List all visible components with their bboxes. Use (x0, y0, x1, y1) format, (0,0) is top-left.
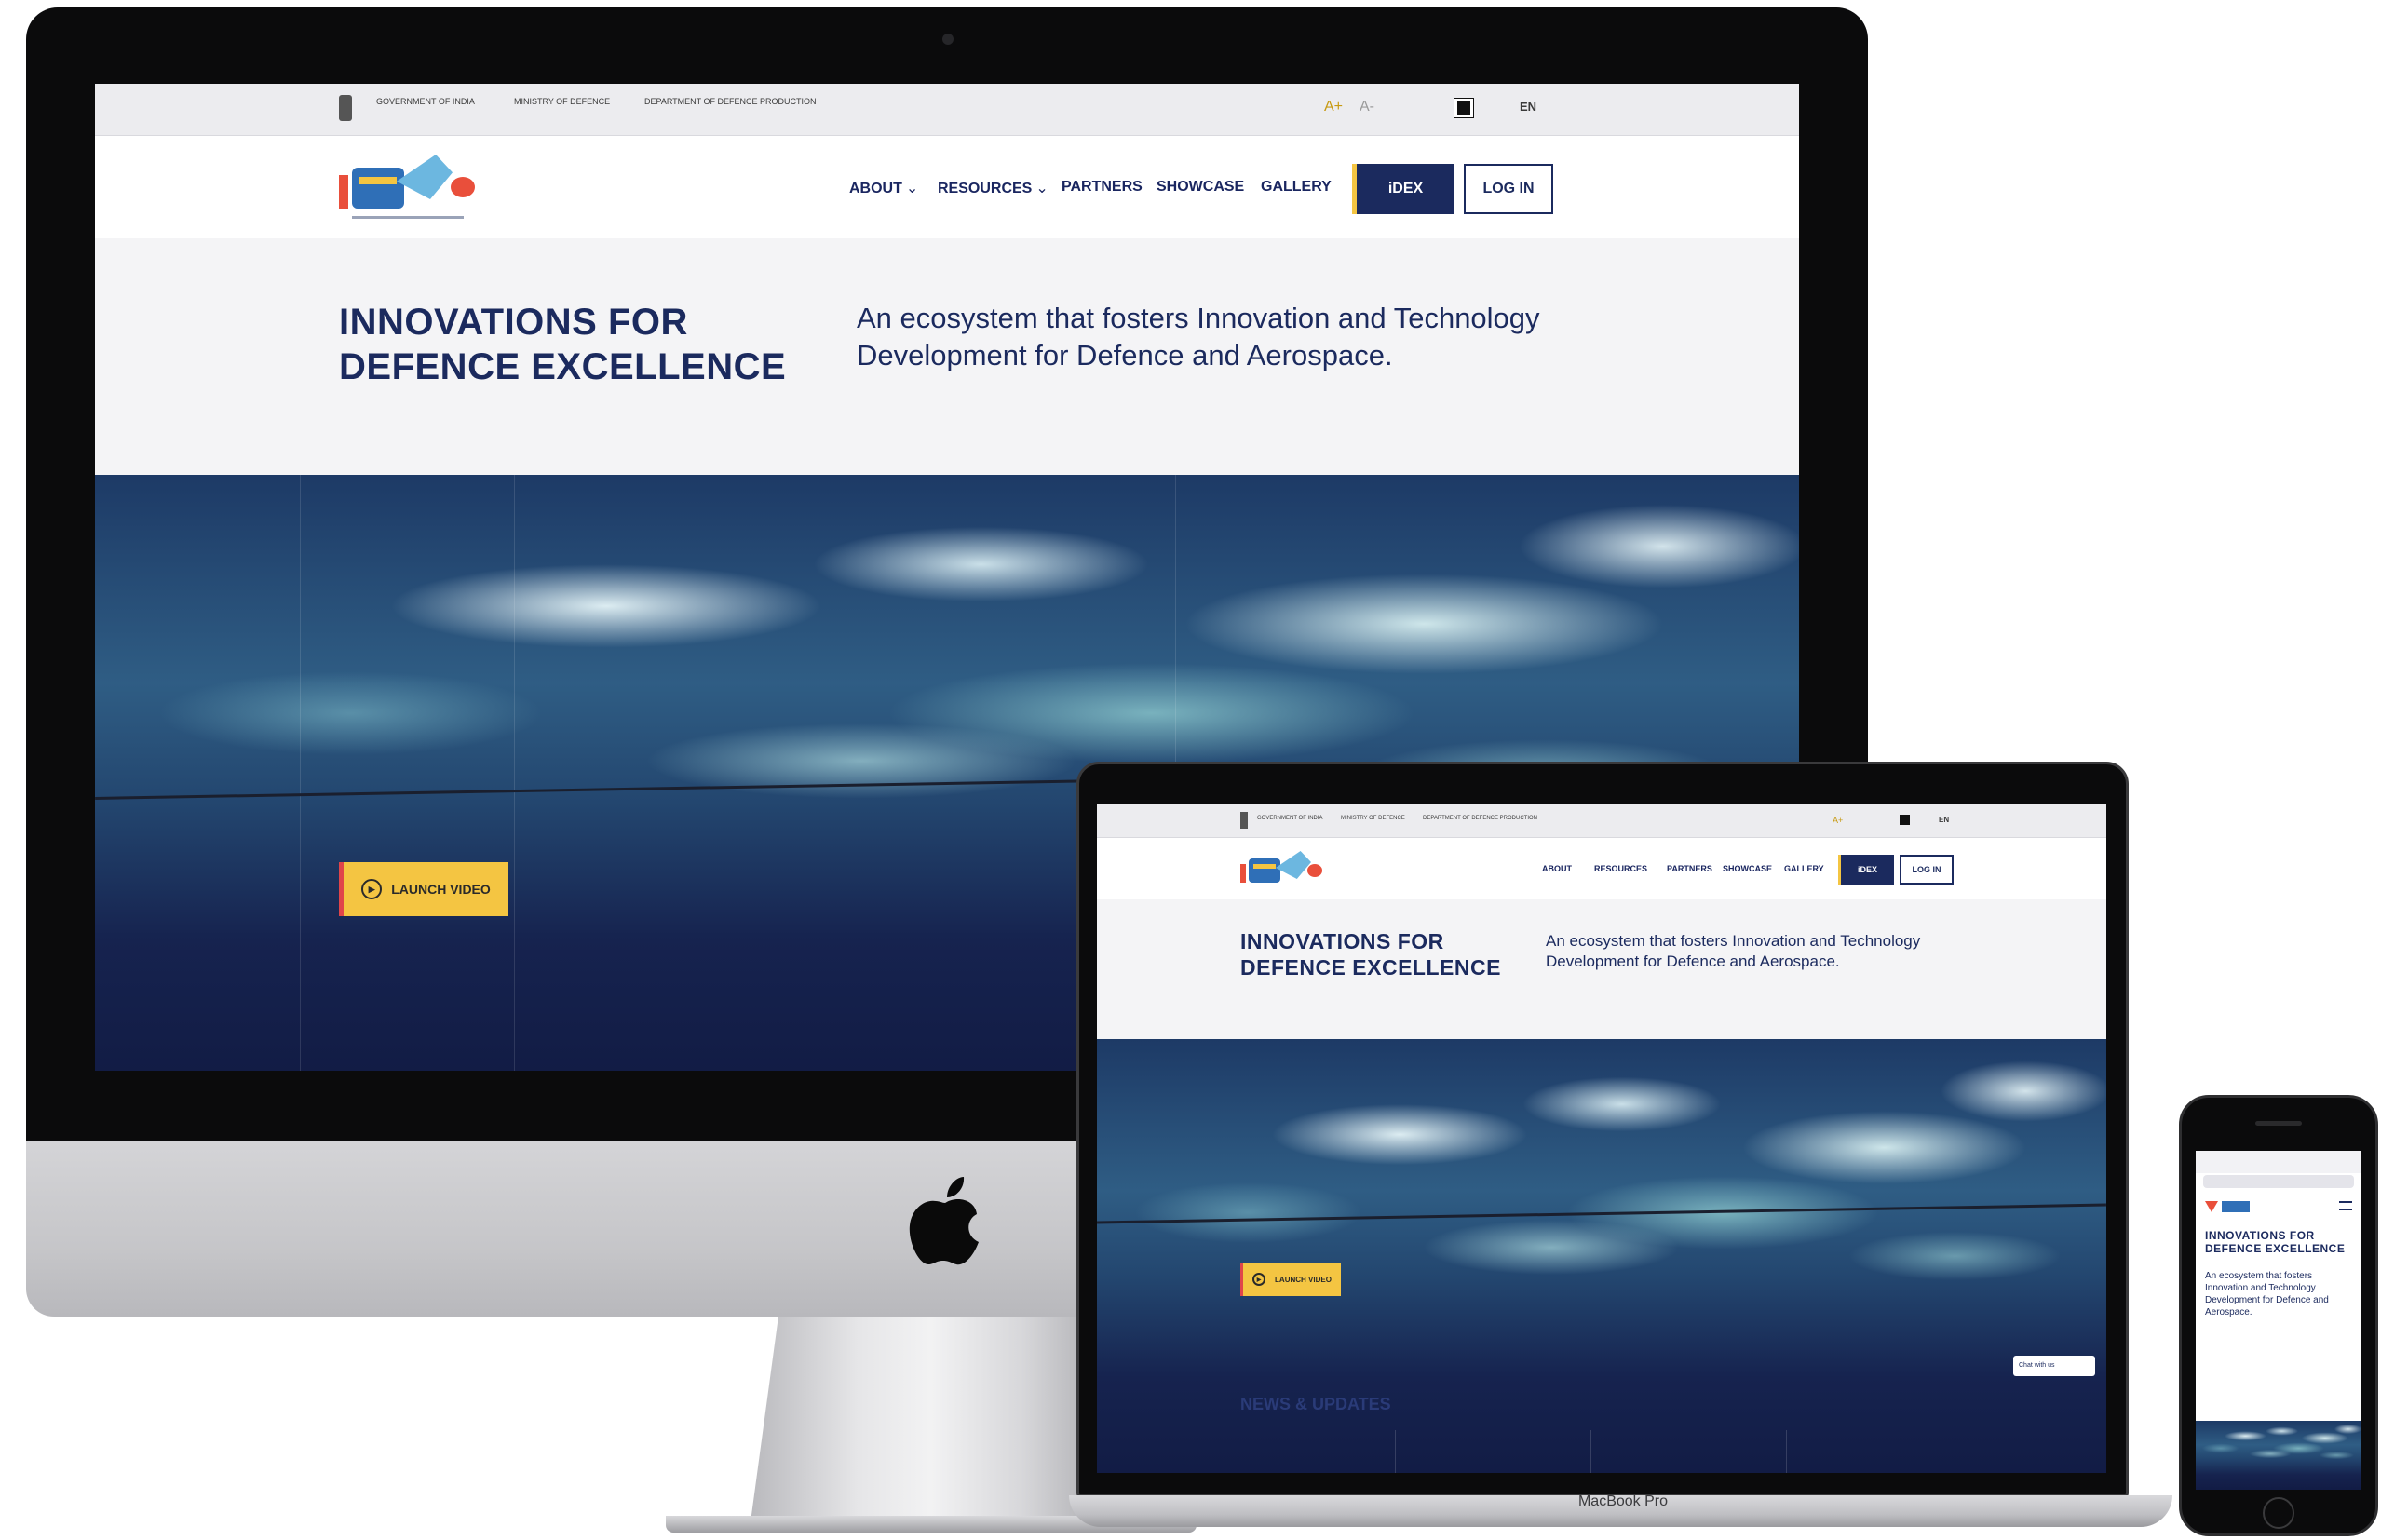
iphone-device: INNOVATIONS FOR DEFENCE EXCELLENCE An ec… (2179, 1095, 2378, 1540)
chevron-down-icon: ⌄ (905, 181, 919, 196)
language-select[interactable]: EN (1520, 100, 1536, 115)
nav-partners[interactable]: PARTNERS (1062, 179, 1143, 196)
gov-bar: GOVERNMENT OF INDIA MINISTRY OF DEFENCE … (95, 84, 1799, 136)
emblem-icon (339, 95, 352, 121)
news-card-divider (1590, 1430, 1591, 1473)
nav-resources[interactable]: RESOURCES ⌄ (938, 179, 1048, 197)
login-button[interactable]: LOG IN (1464, 164, 1553, 214)
nav-about[interactable]: ABOUT (1542, 864, 1572, 873)
idex-logo[interactable] (2205, 1196, 2252, 1216)
macbook-screen: GOVERNMENT OF INDIA MINISTRY OF DEFENCE … (1097, 804, 2106, 1473)
language-select[interactable]: EN (1939, 816, 1949, 824)
main-nav: ABOUT ⌄ RESOURCES ⌄ PARTNERS SHOWCASE GALL… (95, 136, 1799, 238)
barbed-wire (1097, 1203, 2106, 1224)
nav-about[interactable]: ABOUT ⌄ (849, 179, 918, 197)
text-increase-button[interactable]: A+ (1833, 816, 1843, 825)
gov-org-1: GOVERNMENT OF INDIA (1257, 816, 1323, 821)
contrast-icon[interactable] (1900, 815, 1910, 825)
nav-gallery[interactable]: GALLERY (1784, 864, 1824, 873)
hero-title: INNOVATIONS FOR DEFENCE EXCELLENCE (339, 302, 787, 387)
emblem-icon (1240, 812, 1248, 829)
macbook-label: MacBook Pro (1577, 1493, 1669, 1509)
nav-resources[interactable]: RESOURCES (1594, 864, 1647, 873)
chat-widget[interactable]: Chat with us (2013, 1356, 2095, 1376)
idex-button[interactable]: iDEX (1838, 855, 1894, 885)
home-button[interactable] (2263, 1497, 2294, 1529)
imac-camera (942, 34, 954, 45)
hero-subtitle: An ecosystem that fosters Innovation and… (857, 302, 1540, 372)
login-button[interactable]: LOG IN (1900, 855, 1954, 885)
nav-partners[interactable]: PARTNERS (1667, 864, 1712, 873)
hero-subtitle: An ecosystem that fosters Innovation and… (2205, 1271, 2329, 1317)
hero-subtitle: An ecosystem that fosters Innovation and… (1546, 932, 1921, 971)
menu-icon[interactable] (2339, 1201, 2352, 1210)
text-decrease-button[interactable]: A- (1360, 99, 1374, 115)
hero-banner-image (2196, 1421, 2361, 1490)
idex-button[interactable]: iDEX (1352, 164, 1454, 214)
macbook-device: GOVERNMENT OF INDIA MINISTRY OF DEFENCE … (1069, 762, 2172, 1540)
hero-banner-image: ▶ LAUNCH VIDEO Chat with us NEWS & UPDAT… (1097, 1039, 2106, 1473)
gov-org-2: MINISTRY OF DEFENCE (1341, 816, 1405, 821)
main-nav: ABOUT RESOURCES PARTNERS SHOWCASE GALLER… (1097, 838, 2106, 899)
news-card-divider (1395, 1430, 1396, 1473)
chevron-down-icon: ⌄ (1035, 181, 1048, 196)
iphone-screen: INNOVATIONS FOR DEFENCE EXCELLENCE An ec… (2196, 1151, 2361, 1490)
contrast-icon[interactable] (1454, 98, 1474, 118)
gov-org-3: DEPARTMENT OF DEFENCE PRODUCTION (644, 97, 817, 106)
gov-bar: GOVERNMENT OF INDIA MINISTRY OF DEFENCE … (1097, 804, 2106, 838)
news-heading: NEWS & UPDATES (1240, 1395, 1391, 1413)
hero-title: INNOVATIONS FOR DEFENCE EXCELLENCE (2205, 1229, 2346, 1256)
idex-logo[interactable] (1240, 847, 1324, 890)
nav-showcase[interactable]: SHOWCASE (1723, 864, 1772, 873)
launch-video-button[interactable]: ▶ LAUNCH VIDEO (1240, 1263, 1341, 1296)
gov-org-3: DEPARTMENT OF DEFENCE PRODUCTION (1423, 816, 1538, 821)
play-icon: ▶ (1252, 1273, 1266, 1286)
hero-title: INNOVATIONS FOR DEFENCE EXCELLENCE (1240, 929, 1501, 979)
nav-showcase[interactable]: SHOWCASE (1157, 179, 1244, 196)
apple-logo-icon (908, 1175, 982, 1268)
launch-video-button[interactable]: ▶ LAUNCH VIDEO (339, 862, 508, 916)
iphone-speaker (2255, 1121, 2302, 1126)
idex-logo[interactable] (339, 149, 479, 223)
text-increase-button[interactable]: A+ (1324, 99, 1343, 115)
status-bar (2196, 1151, 2361, 1173)
news-card-divider (1786, 1430, 1787, 1473)
nav-gallery[interactable]: GALLERY (1261, 179, 1332, 196)
play-icon: ▶ (361, 879, 383, 899)
imac-stand (750, 1315, 1113, 1529)
browser-url-bar (2203, 1175, 2354, 1188)
gov-org-2: MINISTRY OF DEFENCE (514, 97, 611, 106)
gov-org-1: GOVERNMENT OF INDIA (376, 97, 475, 106)
